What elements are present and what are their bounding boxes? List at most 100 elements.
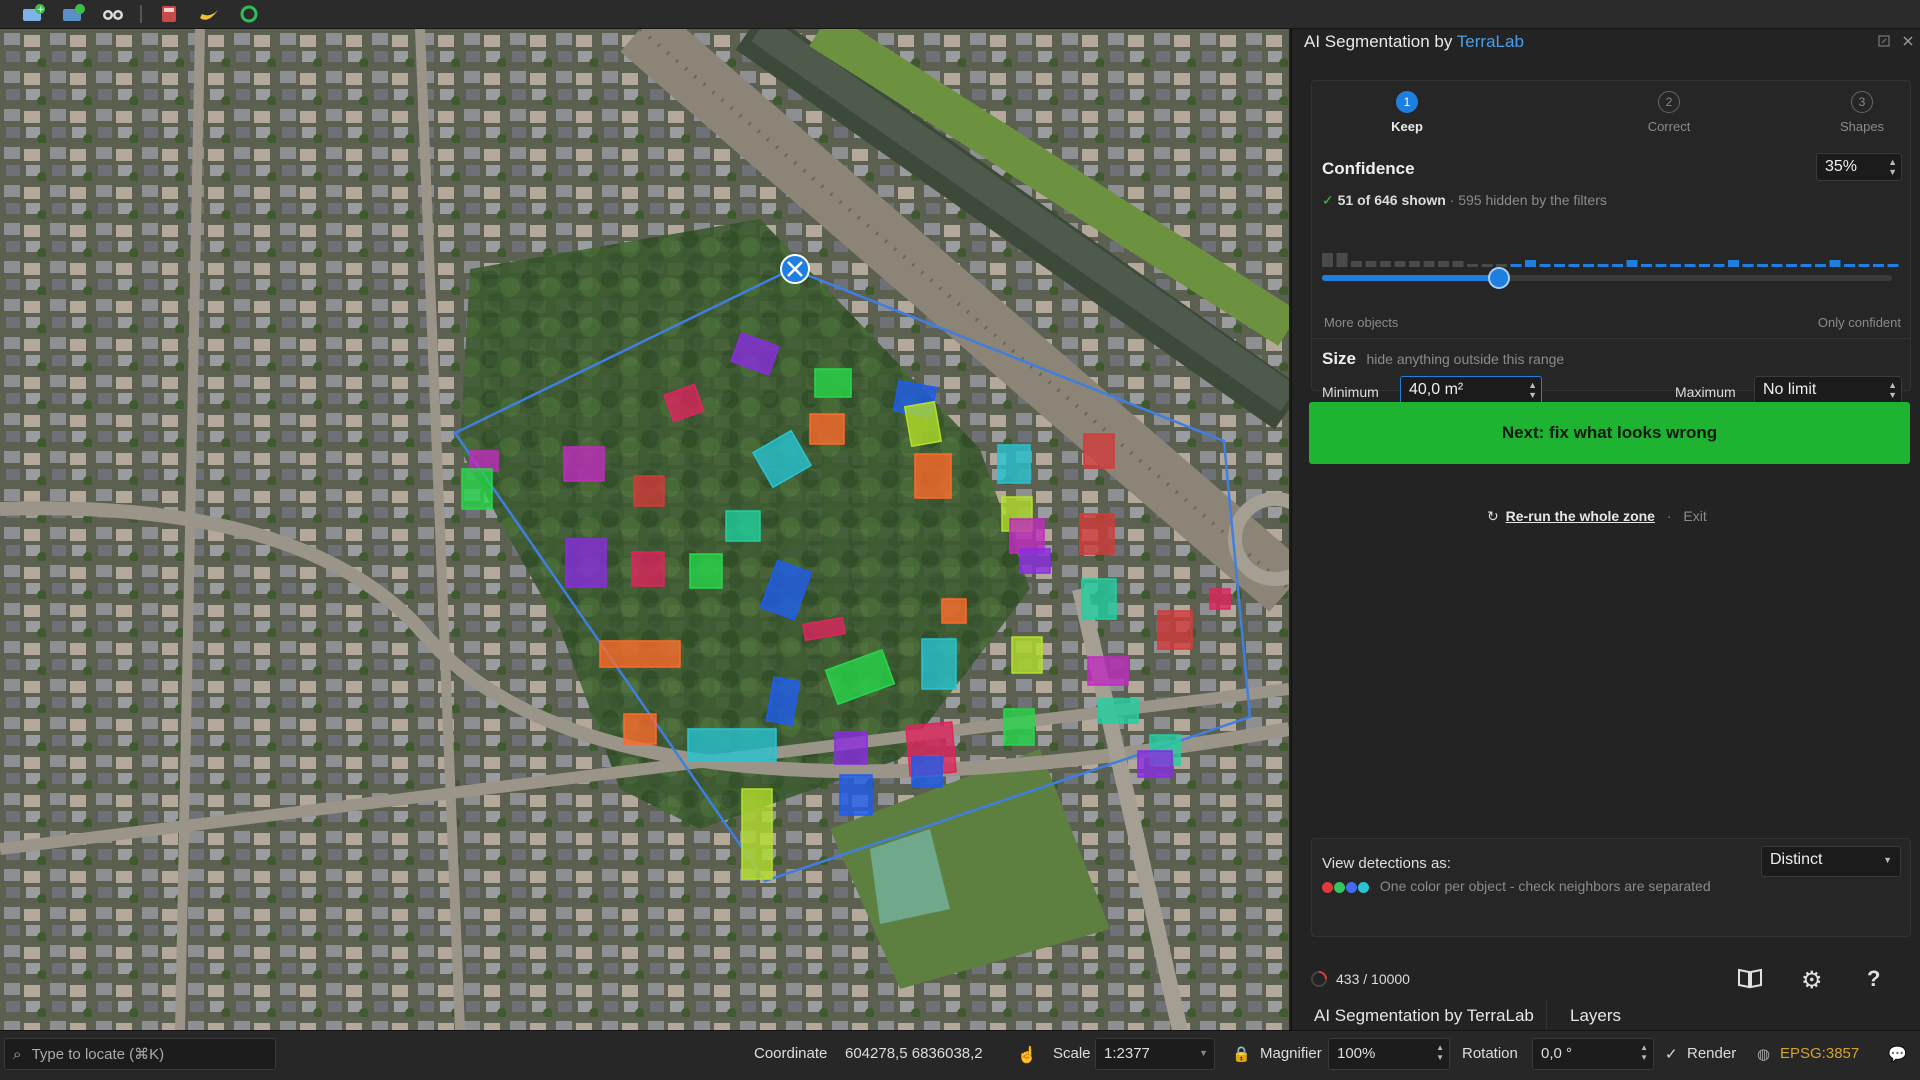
tab-ai-segmentation[interactable]: AI Segmentation by TerraLab (1302, 1000, 1547, 1032)
next-button-label: Next: fix what looks wrong (1501, 423, 1718, 442)
detection-mask[interactable] (903, 400, 943, 448)
calculator-icon[interactable] (154, 2, 184, 26)
locate-search-box[interactable]: ⌕ Type to locate (⌘K) (4, 1038, 276, 1070)
maximum-size-input[interactable]: No limit ▲ ▼ (1754, 376, 1902, 405)
detection-mask[interactable] (725, 510, 761, 542)
spin-arrows-icon[interactable]: ▲ ▼ (1436, 1043, 1444, 1063)
step-shapes[interactable]: 3 Shapes (1802, 91, 1920, 134)
step-keep[interactable]: 1 Keep (1347, 91, 1467, 134)
detection-mask[interactable] (1019, 548, 1051, 574)
rotation-value: 0,0 ° (1541, 1045, 1573, 1062)
detection-mask[interactable] (921, 638, 957, 690)
step-number: 2 (1658, 91, 1680, 113)
detection-mask[interactable] (1003, 708, 1035, 746)
slider-fill (1322, 275, 1499, 281)
scale-select[interactable]: 1:2377 ▼ (1095, 1038, 1215, 1070)
gear-icon[interactable]: ⚙ (1801, 966, 1823, 995)
step-number: 1 (1396, 91, 1418, 113)
detection-mask[interactable] (565, 538, 607, 588)
coordinate-value[interactable]: 604278,5 6836038,2 (845, 1045, 983, 1062)
progress-count: 433 / 10000 (1336, 971, 1410, 987)
detection-mask[interactable] (633, 475, 665, 507)
render-checkbox[interactable]: ✓ (1665, 1045, 1678, 1063)
window-controls (1878, 35, 1914, 47)
add-layer-icon[interactable]: + (18, 2, 48, 26)
detection-mask[interactable] (814, 368, 852, 398)
detection-mask[interactable] (1083, 433, 1115, 469)
detection-mask[interactable] (563, 446, 605, 482)
rotation-label: Rotation (1462, 1045, 1518, 1062)
next-fix-button[interactable]: Next: fix what looks wrong (1309, 402, 1910, 464)
scale-label: Scale (1053, 1045, 1091, 1062)
slider-handle[interactable] (1487, 267, 1510, 289)
binoculars-icon[interactable] (98, 2, 128, 26)
chevron-down-icon: ▼ (1199, 1048, 1208, 1058)
detection-mask[interactable] (599, 640, 681, 668)
map-canvas[interactable] (0, 29, 1289, 1030)
lock-icon[interactable]: 🔒 (1232, 1045, 1251, 1063)
detection-mask[interactable] (687, 728, 777, 762)
spin-arrows-icon[interactable]: ▲ ▼ (1528, 380, 1537, 400)
detection-mask[interactable] (741, 788, 773, 880)
detection-mask[interactable] (631, 551, 665, 587)
messages-icon[interactable]: 💬 (1888, 1045, 1907, 1063)
confidence-spinbox[interactable]: 35% ▲ ▼ (1816, 153, 1902, 181)
magnifier-value: 100% (1337, 1045, 1376, 1062)
book-icon[interactable] (1737, 966, 1763, 995)
confidence-value: 35% (1825, 158, 1858, 175)
view-mode-select[interactable]: Distinct ▼ (1761, 846, 1901, 877)
detection-mask[interactable] (689, 553, 723, 589)
detection-mask[interactable] (1137, 750, 1173, 778)
detection-mask[interactable] (1157, 610, 1193, 650)
detection-mask[interactable] (834, 731, 868, 765)
detection-mask[interactable] (1079, 513, 1115, 555)
divider (1311, 338, 1911, 339)
confidence-slider[interactable] (1322, 261, 1892, 297)
shown-count: 51 of 646 shown (1337, 192, 1446, 208)
detection-mask[interactable] (1209, 588, 1231, 610)
panel-title-prefix: AI Segmentation by (1304, 32, 1457, 51)
spin-arrows-icon[interactable]: ▲ ▼ (1640, 1043, 1648, 1063)
satellite-map[interactable] (0, 29, 1289, 1030)
exit-link[interactable]: Exit (1683, 508, 1706, 524)
detection-mask[interactable] (1081, 578, 1117, 620)
pointer-icon[interactable]: ☝ (1017, 1045, 1037, 1065)
detection-mask[interactable] (1009, 518, 1045, 554)
detection-mask[interactable] (914, 453, 952, 499)
magnifier-spinbox[interactable]: 100% ▲ ▼ (1328, 1038, 1450, 1070)
color-dot (1358, 881, 1369, 893)
crs-label[interactable]: EPSG:3857 (1780, 1045, 1859, 1062)
step-correct[interactable]: 2 Correct (1609, 91, 1729, 134)
help-icon[interactable]: ? (1867, 966, 1880, 992)
rotation-spinbox[interactable]: 0,0 ° ▲ ▼ (1532, 1038, 1654, 1070)
color-dot (1334, 881, 1345, 893)
detection-mask[interactable] (997, 444, 1031, 484)
size-hint: hide anything outside this range (1366, 351, 1565, 367)
spin-arrows-icon[interactable]: ▲ ▼ (1888, 157, 1897, 177)
detection-mask[interactable] (941, 598, 967, 624)
rerun-link[interactable]: Re-run the whole zone (1506, 508, 1655, 524)
rerun-icon[interactable]: ↻ (1487, 508, 1499, 524)
close-panel-icon[interactable] (1902, 35, 1914, 47)
float-panel-icon[interactable] (1878, 35, 1890, 47)
tab-layers[interactable]: Layers (1558, 1000, 1633, 1032)
globe-icon[interactable]: ◍ (1757, 1045, 1770, 1063)
refresh-icon[interactable] (234, 2, 264, 26)
detection-mask[interactable] (1011, 636, 1043, 674)
detection-mask[interactable] (461, 468, 493, 510)
spin-arrows-icon[interactable]: ▲ ▼ (1888, 380, 1897, 400)
add-database-icon[interactable] (58, 2, 88, 26)
view-description-row: One color per object - check neighbors a… (1322, 878, 1711, 894)
banana-icon[interactable] (194, 2, 224, 26)
remove-zone-icon[interactable] (780, 254, 810, 284)
detection-mask[interactable] (839, 774, 873, 816)
detection-mask[interactable] (1097, 698, 1139, 724)
minimum-size-input[interactable]: 40,0 m² ▲ ▼ (1400, 376, 1542, 405)
detection-mask[interactable] (1087, 656, 1129, 686)
size-heading: Size (1322, 349, 1357, 368)
detection-mask[interactable] (809, 413, 845, 445)
detection-mask[interactable] (911, 756, 943, 788)
search-icon: ⌕ (13, 1046, 22, 1063)
detection-mask[interactable] (469, 450, 499, 472)
detection-mask[interactable] (623, 713, 657, 745)
